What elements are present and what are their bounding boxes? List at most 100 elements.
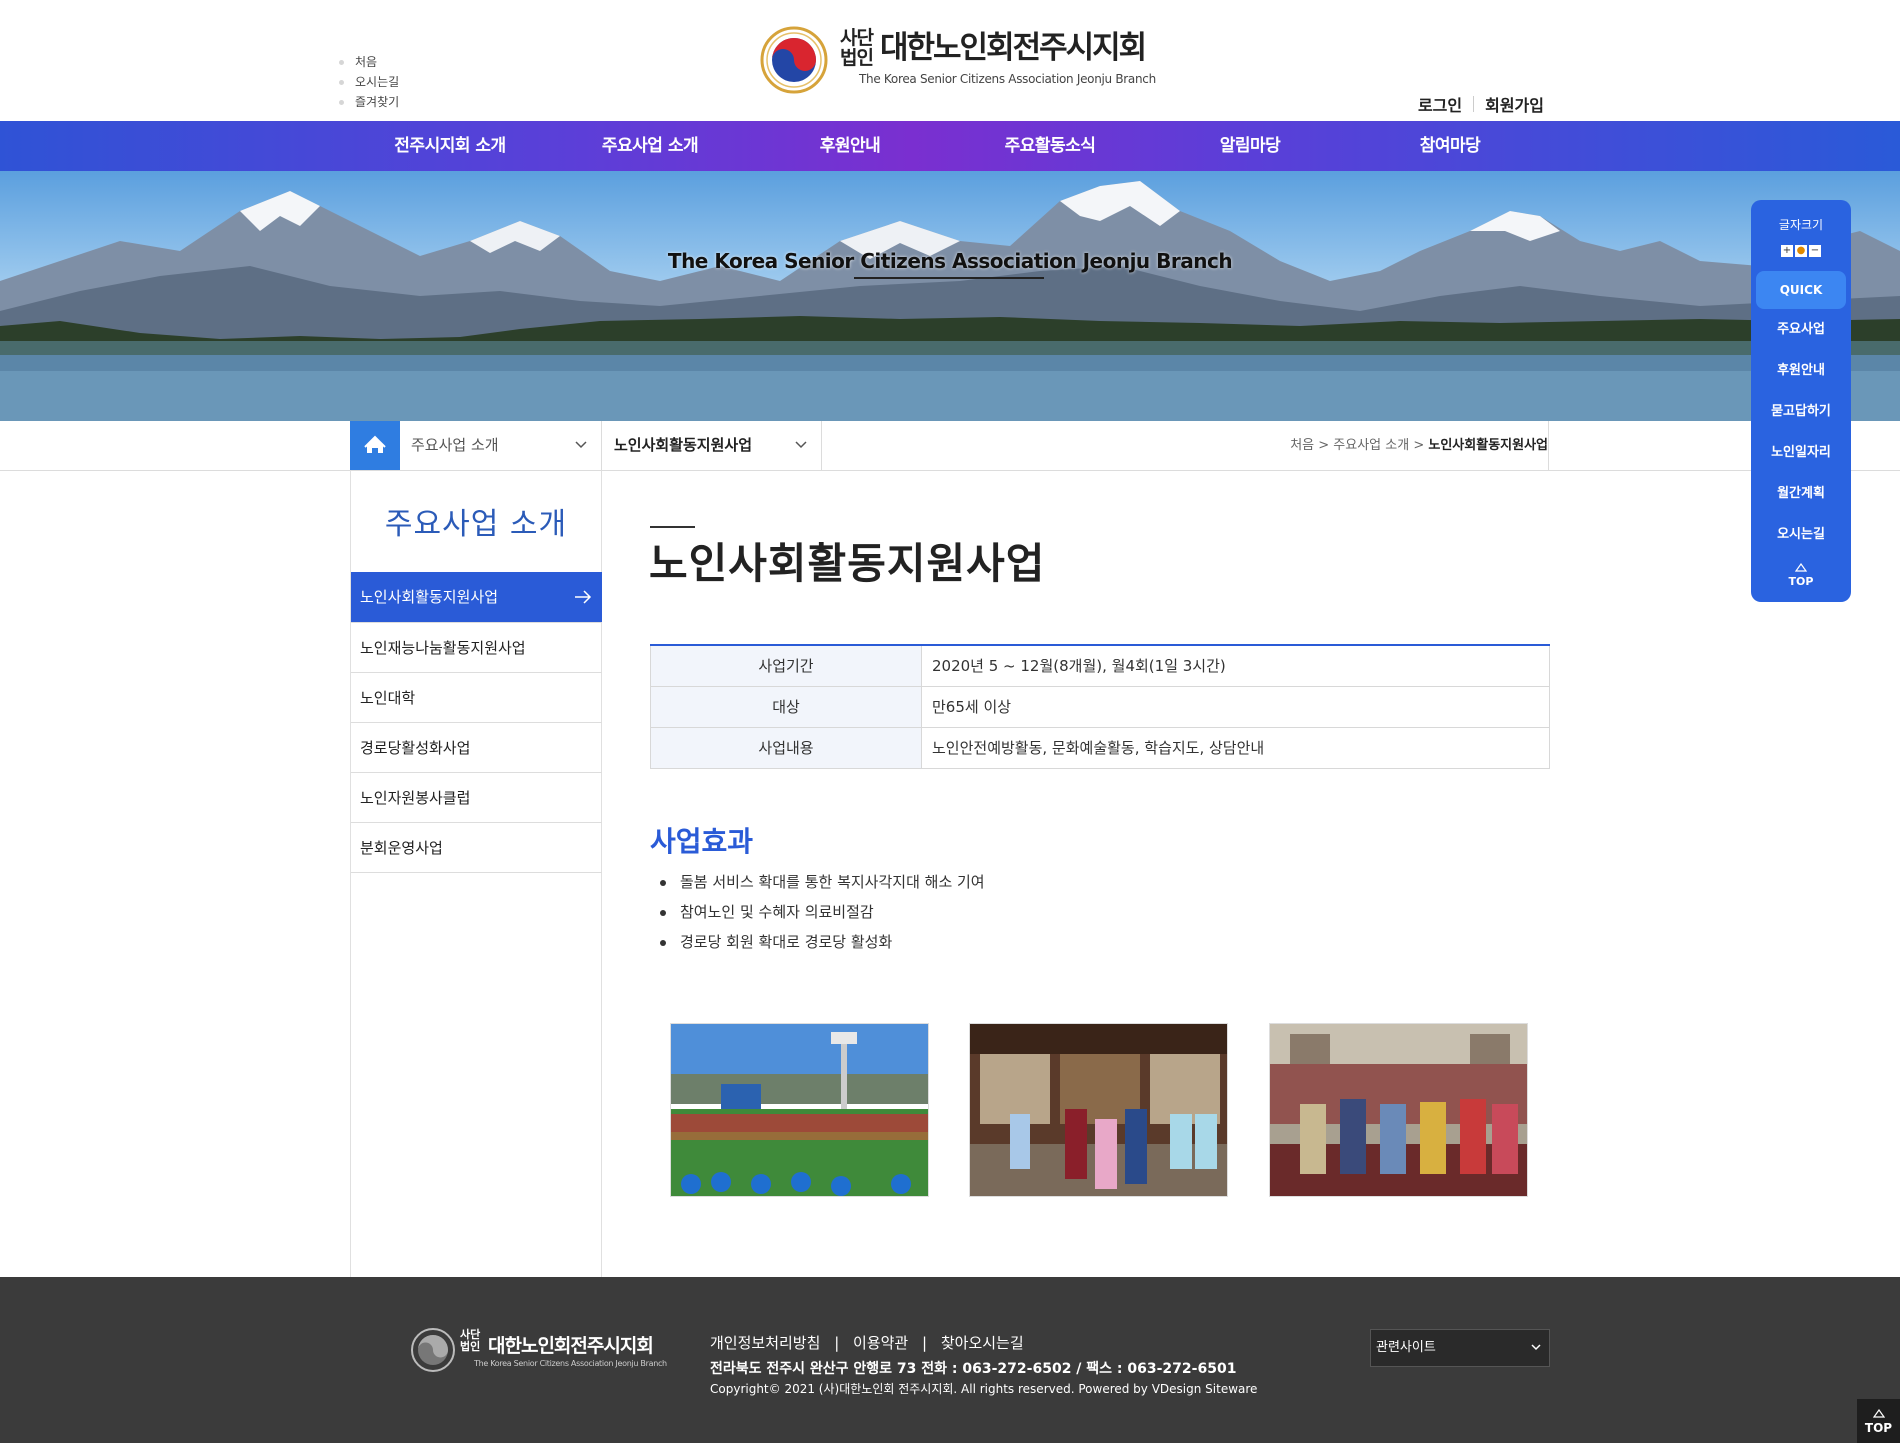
page-title: 노인사회활동지원사업 [649,539,1046,588]
breadcrumb: 처음 > 주요사업 소개 > 노인사회활동지원사업 [1290,438,1548,453]
footer-emblem-icon [411,1328,455,1372]
footer-logo-corp: 사단 법인 [460,1328,481,1353]
font-size-controls: + ● − [1781,245,1821,257]
quick-top-button[interactable]: TOP [1751,562,1851,588]
emblem-icon [760,26,828,94]
mountain-landscape-image [0,181,1900,421]
table-row: 사업내용 노인안전예방활동, 문화예술활동, 학습지도, 상담안내 [650,726,1550,769]
chevron-down-icon [575,441,587,449]
title-accent-line [650,526,695,528]
quick-item-sponsor[interactable]: 후원안내 [1751,353,1851,394]
chevron-down-icon [1531,1344,1541,1351]
font-decrease-button[interactable]: − [1809,245,1821,257]
list-item: 경로당 회원 확대로 경로당 활성화 [660,927,985,957]
info-label-content: 사업내용 [650,726,922,769]
footer-logo-name: 대한노인회전주시지회 [488,1335,654,1357]
home-icon [364,435,386,453]
side-item-senior-college[interactable]: 노인대학 [351,673,602,723]
side-menu-list: 노인사회활동지원사업 노인재능나눔활동지원사업 노인대학 경로당활성화사업 노인… [351,572,602,873]
gnb-item-about[interactable]: 전주시지회 소개 [350,121,550,171]
visual-title: The Korea Senior Citizens Association Je… [667,249,1233,273]
depth2-dropdown[interactable]: 노인사회활동지원사업 [602,421,822,470]
table-row: 사업기간 2020년 5 ~ 12월(8개월), 월4회(1일 3시간) [650,644,1550,687]
util-link-directions[interactable]: 오시는길 [338,72,399,92]
quick-item-jobs[interactable]: 노인일자리 [1751,435,1851,476]
photo-sports-event [670,1023,929,1197]
side-item-social-activity[interactable]: 노인사회활동지원사업 [351,572,602,623]
font-reset-button[interactable]: ● [1795,245,1807,257]
list-item: 참여노인 및 수혜자 의료비절감 [660,897,985,927]
side-item-talent-sharing[interactable]: 노인재능나눔활동지원사업 [351,623,602,673]
business-info-table: 사업기간 2020년 5 ~ 12월(8개월), 월4회(1일 3시간) 대상 … [650,644,1550,769]
privacy-policy-link[interactable]: 개인정보처리방침 [710,1334,820,1352]
effects-list: 돌봄 서비스 확대를 통한 복지사각지대 해소 기여 참여노인 및 수혜자 의료… [660,867,985,957]
side-title: 주요사업 소개 [384,507,568,542]
footer-logo-english: The Korea Senior Citizens Association Je… [474,1359,667,1368]
related-sites-select[interactable]: 관련사이트 [1370,1329,1550,1367]
footer-address: 전라북도 전주시 완산구 안행로 73 전화 : 063-272-6502 / … [710,1361,1237,1377]
gnb-item-notice[interactable]: 알림마당 [1150,121,1350,171]
info-value-content: 노인안전예방활동, 문화예술활동, 학습지도, 상담안내 [921,726,1550,769]
font-size-label: 글자크기 [1778,218,1824,232]
photo-group-audience [1269,1023,1528,1197]
login-link[interactable]: 로그인 [1418,92,1462,116]
quick-list: 주요사업 후원안내 묻고답하기 노인일자리 월간계획 오시는길 [1751,312,1851,558]
gnb-item-sponsor[interactable]: 후원안내 [750,121,950,171]
footer-links: 개인정보처리방침 | 이용약관 | 찾아오시는길 [710,1334,1024,1352]
utility-links: 처음 오시는길 즐겨찾기 [338,52,399,112]
info-value-period: 2020년 5 ~ 12월(8개월), 월4회(1일 3시간) [921,644,1550,687]
arrow-right-icon [575,590,592,604]
photo-traditional-ceremony [969,1023,1228,1197]
breadcrumb-divider [1548,421,1549,470]
site-footer: 사단 법인 대한노인회전주시지회 The Korea Senior Citize… [0,1277,1900,1443]
main-visual-banner: The Korea Senior Citizens Association Je… [0,171,1900,421]
gnb-item-activity[interactable]: 주요활동소식 [950,121,1150,171]
quick-item-business[interactable]: 주요사업 [1751,312,1851,353]
gnb-item-business[interactable]: 주요사업 소개 [550,121,750,171]
footer-logo: 사단 법인 대한노인회전주시지회 The Korea Senior Citize… [410,1327,670,1377]
quick-item-qna[interactable]: 묻고답하기 [1751,394,1851,435]
side-item-branch-operation[interactable]: 분회운영사업 [351,823,602,873]
join-link[interactable]: 회원가입 [1485,92,1544,116]
info-label-period: 사업기간 [650,644,922,687]
depth2-label: 노인사회활동지원사업 [614,436,753,454]
depth1-dropdown[interactable]: 주요사업 소개 [400,421,602,470]
quick-item-monthly-plan[interactable]: 월간계획 [1751,476,1851,517]
crumb-home[interactable]: 처음 [1290,438,1314,453]
list-item: 돌봄 서비스 확대를 통한 복지사각지대 해소 기여 [660,867,985,897]
util-link-bookmark[interactable]: 즐겨찾기 [338,92,399,112]
directions-link[interactable]: 찾아오시는길 [941,1334,1024,1352]
member-divider [1473,96,1475,112]
quick-item-directions[interactable]: 오시는길 [1751,517,1851,558]
scroll-top-button[interactable]: TOP [1857,1399,1900,1443]
logo-name: 대한노인회전주시지회 [880,30,1147,66]
location-bar: 주요사업 소개 노인사회활동지원사업 처음 > 주요사업 소개 > 노인사회활동… [0,421,1900,471]
info-value-target: 만65세 이상 [921,685,1550,728]
footer-copyright: Copyright© 2021 (사)대한노인회 전주시지회. All righ… [710,1382,1258,1396]
logo-english: The Korea Senior Citizens Association Je… [859,72,1156,86]
gnb-item-participate[interactable]: 참여마당 [1350,121,1550,171]
crumb-current: 노인사회활동지원사업 [1428,438,1548,453]
logo-corp-type: 사단 법인 [840,27,874,69]
member-links: 로그인 회원가입 [1418,92,1544,116]
font-increase-button[interactable]: + [1781,245,1793,257]
side-navigation: 주요사업 소개 노인사회활동지원사업 노인재능나눔활동지원사업 노인대학 경로당… [350,471,602,1277]
side-item-senior-center[interactable]: 경로당활성화사업 [351,723,602,773]
effects-title: 사업효과 [650,825,754,858]
side-item-volunteer-club[interactable]: 노인자원봉사클럽 [351,773,602,823]
terms-link[interactable]: 이용약관 [853,1334,908,1352]
main-navigation: 전주시지회 소개 주요사업 소개 후원안내 주요활동소식 알림마당 참여마당 [0,121,1900,171]
depth1-label: 주요사업 소개 [411,436,499,454]
site-logo[interactable]: 사단 법인 대한노인회전주시지회 The Korea Senior Citize… [758,22,1158,96]
home-button[interactable] [350,421,400,470]
util-link-home[interactable]: 처음 [338,52,399,72]
crumb-mid[interactable]: 주요사업 소개 [1333,438,1409,453]
visual-underline [854,277,1044,279]
quick-menu: 글자크기 + ● − QUICK 주요사업 후원안내 묻고답하기 노인일자리 월… [1751,200,1851,602]
quick-header: QUICK [1756,271,1846,309]
table-row: 대상 만65세 이상 [650,685,1550,728]
triangle-up-icon [1794,562,1808,572]
chevron-down-icon [795,441,807,449]
info-label-target: 대상 [650,685,922,728]
triangle-up-icon [1872,1408,1885,1418]
